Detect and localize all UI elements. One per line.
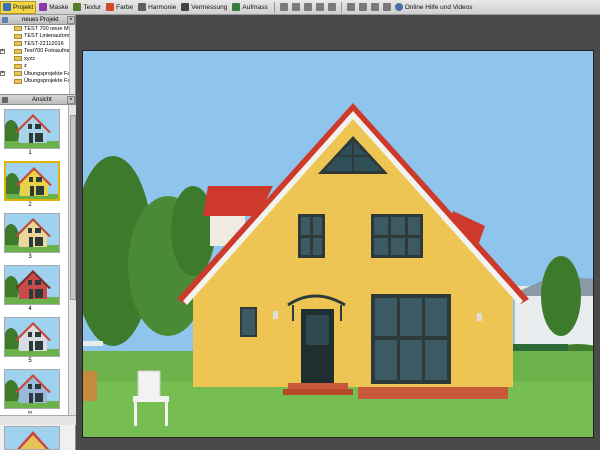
views-panel-icon: [2, 96, 8, 103]
toolbar-label: Vermessung: [191, 3, 228, 11]
folder-icon: [14, 48, 22, 54]
project-panel-title: neues Projekt: [22, 16, 59, 23]
folder-icon: [14, 41, 22, 47]
tree-item[interactable]: z: [0, 63, 75, 71]
view-thumbnail[interactable]: [4, 109, 60, 149]
toolbar-project-button[interactable]: Projekt: [0, 0, 37, 14]
wall-lamp-right: [477, 313, 482, 321]
thumbnail-list: 12345∞6: [0, 105, 68, 425]
thumbnail-number: 3: [28, 254, 32, 260]
folder-icon: [14, 33, 22, 39]
toolbar-label: Aufmass: [242, 3, 268, 11]
toolbar-harmony-button[interactable]: Harmonie: [136, 1, 178, 14]
help-icon: [394, 3, 403, 11]
views-scrollbar[interactable]: [68, 105, 76, 425]
tree-item-label: TEST Linienautom: [24, 33, 70, 40]
toolbar-label: Farbe: [116, 3, 134, 11]
partial-thumbnail[interactable]: [4, 426, 60, 450]
texture-icon: [73, 3, 82, 11]
tree-right: [541, 256, 581, 336]
mask-icon: [39, 3, 48, 11]
close-icon[interactable]: ×: [67, 95, 75, 104]
folder-icon: [14, 78, 22, 84]
view-thumbnail[interactable]: [4, 317, 60, 357]
view-thumbnail[interactable]: [4, 161, 60, 201]
tree-item-label: xyzz: [24, 55, 35, 62]
home-icon[interactable]: [382, 3, 391, 11]
thumbnail-number: 2: [28, 202, 32, 208]
toolbar-texture-button[interactable]: Textur: [71, 1, 103, 14]
quantity-icon: [232, 3, 241, 11]
toolbar-measure-button[interactable]: Vermessung: [179, 1, 229, 14]
view-thumbnail[interactable]: [4, 265, 60, 305]
project-panel-header: neues Projekt ×: [0, 15, 75, 25]
views-panel-header: Ansicht ×: [0, 95, 75, 105]
tree-item-label: Test700 Fotoaufna: [24, 48, 70, 55]
wall-lamp-left: [273, 311, 278, 319]
project-panel-icon: [2, 16, 8, 23]
info-icon[interactable]: [370, 3, 379, 11]
measure-icon: [181, 3, 190, 11]
tree-item-label: Übungsprojekte Fa: [24, 70, 71, 77]
toolbar-label: Maske: [49, 3, 69, 11]
white-rail: [83, 341, 103, 346]
folder-icon: [14, 26, 22, 32]
folder-icon: [14, 71, 22, 77]
expand-icon[interactable]: +: [0, 48, 5, 54]
views-panel: 12345∞6: [0, 105, 76, 425]
tree-item[interactable]: xyzz: [0, 55, 75, 63]
color-icon: [106, 3, 115, 11]
view-thumbnail[interactable]: [4, 213, 60, 253]
toolbar-separator: [340, 1, 342, 13]
toolbar-quantity-button[interactable]: Aufmass: [230, 1, 269, 14]
print-icon[interactable]: [346, 3, 355, 11]
search-icon[interactable]: [358, 3, 367, 11]
views-scrollbar-thumb[interactable]: [70, 115, 76, 300]
views-panel-title: Ansicht: [32, 96, 52, 103]
canvas-area[interactable]: [77, 15, 600, 450]
brush-icon[interactable]: [327, 3, 336, 11]
tree-item[interactable]: TEST 700 neue Mu: [0, 25, 75, 33]
wood-fence: [83, 371, 97, 401]
toolbar-label: Harmonie: [148, 3, 177, 11]
tree-item[interactable]: + Test700 Fotoaufna: [0, 48, 75, 56]
tree-item-label: Übungsprojekte Fa: [24, 78, 71, 85]
thumbnail-number: 1: [28, 150, 32, 156]
project-icon: [3, 3, 11, 11]
tree-item[interactable]: + Übungsprojekte Fa: [0, 70, 75, 78]
undo-icon[interactable]: [279, 3, 288, 11]
pen-icon[interactable]: [303, 3, 312, 11]
toolbar-color-button[interactable]: Farbe: [104, 1, 135, 14]
tree-item-label: z: [24, 63, 27, 70]
toolbar-label: Projekt: [13, 3, 34, 11]
folder-icon: [14, 56, 22, 62]
redo-icon[interactable]: [291, 3, 300, 11]
tree-item-label: TEST-22112016: [24, 40, 64, 47]
toolbar-label: Textur: [83, 3, 102, 11]
eraser-icon[interactable]: [315, 3, 324, 11]
close-icon[interactable]: ×: [67, 15, 75, 24]
harmony-icon: [138, 3, 147, 11]
help-label: Online Hilfe und Videos: [404, 3, 473, 11]
thumbnail-number: 5: [28, 358, 32, 364]
house-photo[interactable]: [82, 50, 594, 438]
folder-icon: [14, 63, 22, 69]
toolbar-mask-button[interactable]: Maske: [37, 1, 70, 14]
views-horizontal-scrollbar[interactable]: [0, 415, 76, 425]
thumbnail-number: 4: [28, 306, 32, 312]
toolbar-separator: [273, 1, 275, 13]
terrace: [358, 387, 508, 399]
project-tree: TEST 700 neue Mu TEST Linienautom TEST-221…: [0, 25, 75, 95]
tree-scrollbar[interactable]: [69, 25, 75, 94]
expand-icon[interactable]: +: [0, 71, 5, 77]
tree-item[interactable]: TEST-22112016: [0, 40, 75, 48]
garden-chair: [137, 370, 161, 400]
tree-item[interactable]: Übungsprojekte Fa: [0, 78, 75, 86]
view-thumbnail[interactable]: [4, 369, 60, 409]
tree-item-label: TEST 700 neue Mu: [24, 25, 72, 32]
tree-item[interactable]: TEST Linienautom: [0, 33, 75, 41]
main-toolbar: Projekt Maske Textur Farbe Harmonie Vermessun…: [0, 0, 600, 15]
help-button[interactable]: Online Hilfe und Videos: [393, 1, 475, 14]
